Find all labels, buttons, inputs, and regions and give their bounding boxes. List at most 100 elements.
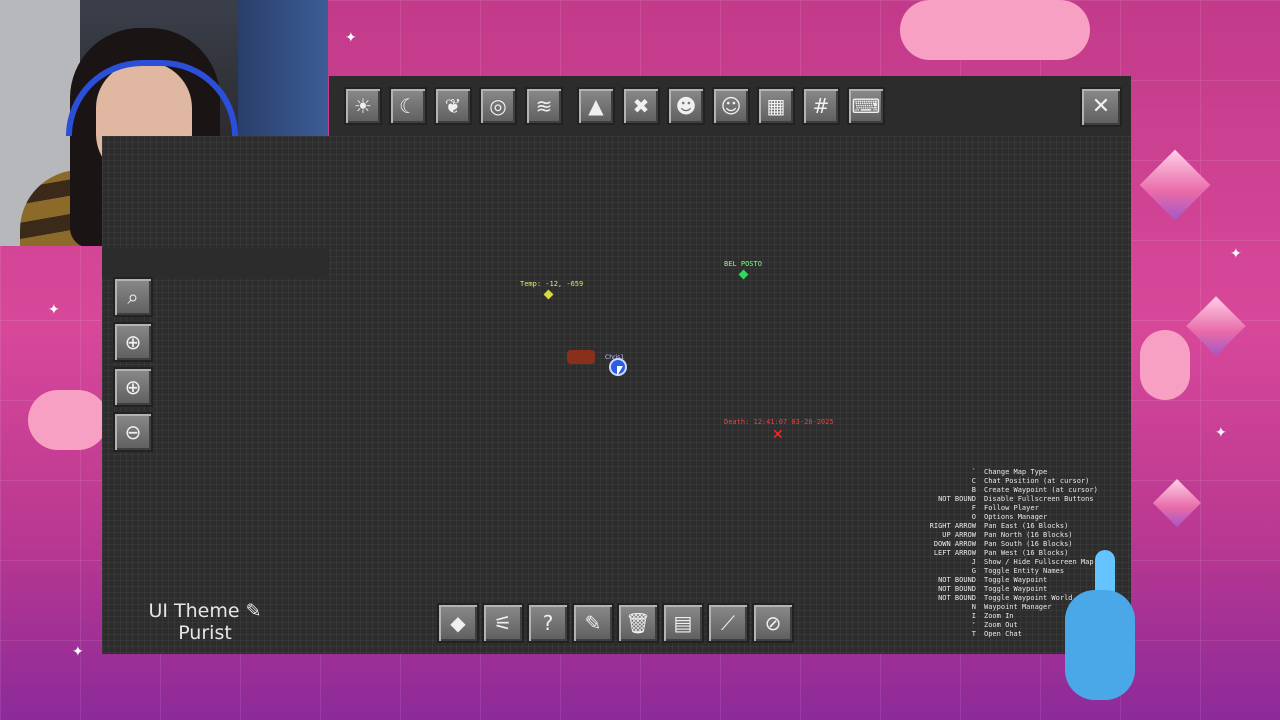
zoom-out-icon: ⊖ <box>124 420 142 444</box>
keybind-key: G <box>971 567 976 575</box>
sliders-icon: ⚟ <box>494 611 512 635</box>
waypoint-button[interactable]: ◆ <box>437 603 479 643</box>
ui-theme-label[interactable]: UI Theme ✎ Purist <box>140 600 270 644</box>
crosshatch-icon: ✖ <box>632 94 650 118</box>
close-map-button[interactable]: ✕ <box>1080 87 1122 127</box>
center-on-player-button[interactable]: ⊕ <box>113 322 153 362</box>
mouse-cursor-icon <box>617 366 623 376</box>
sun-icon: ☀ <box>354 94 372 118</box>
night-mode-button[interactable]: ☾ <box>389 87 427 125</box>
keybind-row: F Follow Player <box>910 504 1098 513</box>
search-icon: ⌕ <box>127 285 139 309</box>
waypoint-beacon-button[interactable]: ▦ <box>757 87 795 125</box>
search-button[interactable]: ⌕ <box>113 277 153 317</box>
sparkle-decoration: ✦ <box>1230 246 1242 262</box>
pixel-cloud-decoration <box>900 0 1090 60</box>
biome-mode-button[interactable]: ❦ <box>434 87 472 125</box>
keybind-row: ` Change Map Type <box>910 468 1098 477</box>
waypoint-diamond-icon: ◆ <box>450 611 466 635</box>
keybind-row: NOT BOUND Disable Fullscreen Buttons <box>910 495 1098 504</box>
zoom-out-button[interactable]: ⊖ <box>113 412 153 452</box>
waypoint-label-bel-posto: BEL POSTO <box>724 260 762 268</box>
cave-icon: ▲ <box>588 94 604 118</box>
caves-mode-button[interactable]: ▲ <box>577 87 615 125</box>
keybind-action: Change Map Type <box>984 468 1048 476</box>
mascot-character <box>1055 550 1140 710</box>
keybind-action: Zoom Out <box>984 621 1018 629</box>
theme-button[interactable]: ✎ <box>572 603 614 643</box>
keybind-key: NOT BOUND <box>938 576 976 584</box>
keybind-row: RIGHT ARROW Pan East (16 Blocks) <box>910 522 1098 531</box>
sparkle-decoration: ✦ <box>48 302 60 318</box>
keybind-row: DOWN ARROW Pan South (16 Blocks) <box>910 540 1098 549</box>
ui-theme-title: UI Theme ✎ <box>148 600 262 622</box>
entity-marker <box>567 350 595 364</box>
keybind-row: UP ARROW Pan North (16 Blocks) <box>910 531 1098 540</box>
contour-icon: ◎ <box>489 94 507 118</box>
keybind-key: NOT BOUND <box>938 585 976 593</box>
beacon-icon: ▦ <box>766 94 786 118</box>
export-button[interactable]: ▤ <box>662 603 704 643</box>
keybind-key: NOT BOUND <box>938 495 976 503</box>
keybind-key: I <box>971 612 976 620</box>
keybind-key: ' <box>971 621 976 629</box>
alien-head-icon: ☻ <box>675 94 697 118</box>
day-mode-button[interactable]: ☀ <box>344 87 382 125</box>
keybind-key: UP ARROW <box>942 531 976 539</box>
keybind-action: Follow Player <box>984 504 1039 512</box>
keybind-row: B Create Waypoint (at cursor) <box>910 486 1098 495</box>
sparkle-decoration: ✦ <box>1215 425 1227 441</box>
keybind-action: Options Manager <box>984 513 1048 521</box>
sparkle-decoration: ✦ <box>72 644 84 660</box>
pixel-cloud-decoration <box>28 390 108 450</box>
keybind-action: Pan North (16 Blocks) <box>984 531 1073 539</box>
left-panel-strip <box>102 248 329 278</box>
keybind-key: ` <box>971 468 976 476</box>
keybind-row: C Chat Position (at cursor) <box>910 477 1098 486</box>
keybind-key: NOT BOUND <box>938 594 976 602</box>
help-button[interactable]: ? <box>527 603 569 643</box>
waypoint-label-temp: Temp: -12, -659 <box>520 280 584 288</box>
layers-icon: ≋ <box>535 94 553 118</box>
settings-sliders-button[interactable]: ⚟ <box>482 603 524 643</box>
keybind-key: T <box>971 630 976 638</box>
keybind-key: RIGHT ARROW <box>929 522 976 530</box>
pixel-cloud-decoration <box>1140 330 1190 400</box>
delete-button[interactable]: 🗑 <box>617 603 659 643</box>
close-icon: ✕ <box>1091 94 1111 119</box>
document-icon: ▤ <box>673 611 693 635</box>
keybind-key: DOWN ARROW <box>933 540 976 548</box>
keybind-key: LEFT ARROW <box>933 549 976 557</box>
keybind-action: Disable Fullscreen Buttons <box>984 495 1094 503</box>
keybind-action: Create Waypoint (at cursor) <box>984 486 1098 494</box>
keybind-key: F <box>971 504 976 512</box>
keyboard-button[interactable]: ⌨ <box>847 87 885 125</box>
chunk-grid-button[interactable]: # <box>802 87 840 125</box>
disable-button[interactable]: ⊘ <box>752 603 794 643</box>
keyboard-icon: ⌨ <box>851 94 881 118</box>
topography-mode-button[interactable]: ◎ <box>479 87 517 125</box>
keybind-action: Zoom In <box>984 612 1014 620</box>
keybind-action: Pan East (16 Blocks) <box>984 522 1069 530</box>
crosshair-icon: ⊕ <box>124 330 142 354</box>
ui-theme-value: Purist <box>178 622 232 644</box>
keybind-action: Pan South (16 Blocks) <box>984 540 1073 548</box>
player-label: Chris1 <box>605 354 625 361</box>
hostile-mobs-button[interactable]: ☻ <box>667 87 705 125</box>
question-icon: ? <box>542 611 554 635</box>
death-marker-icon[interactable]: ✕ <box>772 427 784 443</box>
edit-tool-button[interactable]: ⟋ <box>707 603 749 643</box>
keybind-row: O Options Manager <box>910 513 1098 522</box>
grid-toggle-button[interactable]: ✖ <box>622 87 660 125</box>
keybind-key: C <box>971 477 976 485</box>
layers-mode-button[interactable]: ≋ <box>525 87 563 125</box>
passive-mobs-button[interactable]: ☺ <box>712 87 750 125</box>
zoom-in-button[interactable]: ⊕ <box>113 367 153 407</box>
keybind-action: Chat Position (at cursor) <box>984 477 1090 485</box>
keybind-action: Open Chat <box>984 630 1022 638</box>
sparkle-decoration: ✦ <box>345 30 357 46</box>
waypoint-label-death: Death: 12:41:07 03-28-2025 <box>724 418 834 426</box>
palette-icon: ✎ <box>584 611 602 635</box>
keybind-key: N <box>971 603 976 611</box>
leaf-icon: ❦ <box>444 94 462 118</box>
